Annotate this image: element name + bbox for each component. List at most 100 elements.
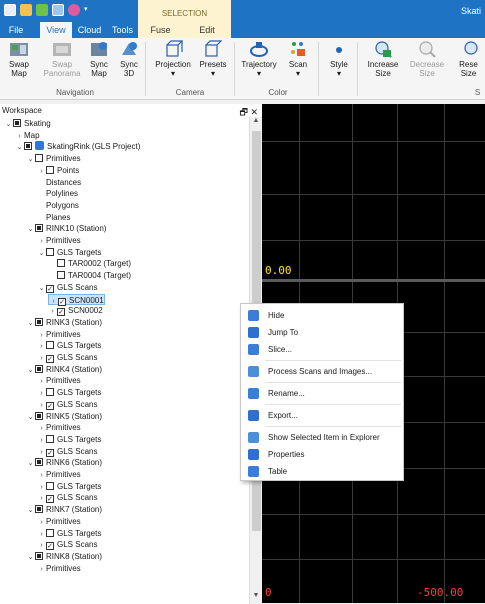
- swap-map-button[interactable]: Swap Map: [2, 40, 36, 78]
- tree-item[interactable]: › Primitives: [37, 235, 80, 247]
- tree-item[interactable]: › ✓ GLS Scans: [37, 492, 97, 504]
- chevron-right-icon[interactable]: ›: [37, 400, 46, 411]
- chevron-down-icon[interactable]: ⌄: [4, 119, 13, 130]
- chevron-right-icon[interactable]: ›: [37, 540, 46, 551]
- menu-item-slice[interactable]: Slice...: [241, 341, 403, 358]
- tree-checkbox[interactable]: [35, 317, 43, 326]
- tree-checkbox[interactable]: [35, 411, 43, 420]
- scroll-up-icon[interactable]: ▲: [250, 117, 262, 129]
- tree-checkbox[interactable]: ✓: [57, 308, 65, 317]
- tree-item[interactable]: › Primitives: [37, 469, 80, 480]
- tree-checkbox[interactable]: ✓: [46, 355, 54, 363]
- chevron-right-icon[interactable]: ›: [37, 166, 46, 177]
- tree-item[interactable]: › Primitives: [37, 329, 80, 341]
- tree-item[interactable]: › GLS Targets: [37, 340, 101, 351]
- menu-item-show-selected-item-in-explorer[interactable]: Show Selected Item in Explorer: [241, 429, 403, 446]
- tree-item[interactable]: › Map: [15, 130, 39, 142]
- tab-fuse[interactable]: Fuse: [138, 22, 183, 38]
- chevron-right-icon[interactable]: ›: [37, 435, 46, 446]
- menu-item-export[interactable]: Export...: [241, 407, 403, 424]
- tree-item[interactable]: › GLS Targets: [37, 481, 101, 492]
- presets-button[interactable]: Presets ▾: [197, 40, 229, 78]
- settings-icon[interactable]: [68, 4, 80, 16]
- scroll-down-icon[interactable]: ▼: [250, 592, 262, 604]
- tree-item[interactable]: › GLS Targets: [37, 387, 101, 398]
- menu-item-jump-to[interactable]: Jump To: [241, 324, 403, 341]
- tree-item[interactable]: › GLS Targets: [37, 528, 101, 539]
- tree-item[interactable]: › GLS Targets: [37, 434, 101, 445]
- tree-item-selected[interactable]: › ✓ SCN0001: [48, 293, 105, 306]
- projection-button[interactable]: Projection ▾: [152, 40, 194, 78]
- tree-checkbox[interactable]: ✓: [46, 542, 54, 551]
- chevron-right-icon[interactable]: ›: [37, 447, 46, 458]
- tree-checkbox[interactable]: ✓: [46, 495, 54, 504]
- tree-item[interactable]: ⌄ ✓ GLS Scans: [37, 282, 97, 293]
- chevron-right-icon[interactable]: ›: [37, 423, 46, 434]
- increase-size-button[interactable]: Increase Size: [364, 40, 402, 78]
- tree-item[interactable]: Planes: [37, 212, 70, 223]
- tree-item[interactable]: ⌄ RINK6 (Station): [26, 457, 102, 468]
- tree-item[interactable]: ⌄ RINK7 (Station): [26, 504, 102, 515]
- tree-checkbox[interactable]: ✓: [46, 284, 54, 293]
- tree-item[interactable]: ⌄ SkatingRink (GLS Project): [15, 141, 140, 152]
- reset-size-button[interactable]: Rese Size: [452, 40, 485, 78]
- tree-item[interactable]: ⌄ RINK8 (Station): [26, 551, 102, 562]
- tree-checkbox[interactable]: [35, 458, 43, 467]
- chevron-down-icon[interactable]: ⌄: [26, 224, 35, 235]
- tab-tools[interactable]: Tools: [107, 22, 138, 38]
- tree-item[interactable]: › ✓ GLS Scans: [37, 539, 97, 551]
- folder-icon[interactable]: [20, 4, 32, 16]
- tree-checkbox[interactable]: [35, 224, 43, 233]
- tab-file[interactable]: File: [0, 22, 32, 38]
- chevron-right-icon[interactable]: ›: [37, 482, 46, 493]
- style-button[interactable]: Style ▾: [326, 40, 352, 78]
- tree-checkbox[interactable]: [57, 271, 65, 280]
- tree-checkbox[interactable]: [35, 154, 43, 163]
- tree-item[interactable]: › Primitives: [37, 516, 80, 528]
- tree-item[interactable]: ⌄ Primitives: [26, 153, 81, 164]
- chevron-right-icon[interactable]: ›: [15, 131, 24, 142]
- tree-item[interactable]: › Primitives: [37, 375, 80, 386]
- tree-item[interactable]: › Primitives: [37, 422, 80, 434]
- save-icon[interactable]: [4, 4, 16, 16]
- chevron-down-icon[interactable]: ⌄: [37, 248, 46, 259]
- tree-checkbox[interactable]: [46, 434, 54, 443]
- tree-item[interactable]: › Points: [37, 165, 79, 176]
- chevron-right-icon[interactable]: ›: [37, 330, 46, 341]
- document-icon[interactable]: [52, 4, 64, 16]
- tree-item[interactable]: › ✓ GLS Scans: [37, 446, 97, 457]
- sync-3d-button[interactable]: Sync 3D: [116, 40, 142, 78]
- tree-item[interactable]: ⌄ RINK5 (Station): [26, 411, 102, 422]
- tree-item[interactable]: › ✓ SCN0002: [48, 305, 103, 317]
- tree-checkbox[interactable]: [46, 247, 54, 256]
- tree-item[interactable]: › ✓ GLS Scans: [37, 352, 97, 363]
- menu-item-table[interactable]: Table: [241, 463, 403, 480]
- menu-item-process-scans-and-images[interactable]: Process Scans and Images...: [241, 363, 403, 380]
- tree-checkbox[interactable]: ✓: [46, 401, 54, 410]
- tree-item[interactable]: TAR0004 (Target): [48, 270, 131, 281]
- tree-item[interactable]: Distances: [37, 177, 81, 188]
- chevron-right-icon[interactable]: ›: [37, 493, 46, 504]
- chevron-down-icon[interactable]: ⌄: [26, 154, 35, 165]
- swap-panorama-button[interactable]: Swap Panorama: [40, 40, 84, 78]
- tree-item[interactable]: TAR0002 (Target): [48, 258, 131, 269]
- chevron-right-icon[interactable]: ›: [37, 388, 46, 399]
- tree-item[interactable]: ⌄ GLS Targets: [37, 247, 101, 258]
- menu-item-rename[interactable]: Rename...: [241, 385, 403, 402]
- chevron-right-icon[interactable]: ›: [37, 517, 46, 528]
- chevron-right-icon[interactable]: ›: [37, 529, 46, 540]
- chevron-right-icon[interactable]: ›: [37, 236, 46, 247]
- tree-checkbox[interactable]: [35, 505, 43, 514]
- chevron-down-icon[interactable]: ⌄: [26, 412, 35, 423]
- tree-item[interactable]: Polylines: [37, 188, 78, 199]
- tab-view[interactable]: View: [40, 22, 72, 38]
- tree-checkbox[interactable]: [46, 481, 54, 490]
- pin-icon[interactable]: 🗗: [239, 107, 247, 117]
- scan-button[interactable]: Scan ▾: [285, 40, 311, 78]
- close-icon[interactable]: ✕: [250, 107, 258, 117]
- chevron-down-icon[interactable]: ⌄: [15, 142, 24, 153]
- chevron-right-icon[interactable]: ›: [37, 564, 46, 575]
- chevron-right-icon[interactable]: ›: [37, 353, 46, 364]
- sync-map-button[interactable]: Sync Map: [88, 40, 110, 78]
- tree-checkbox[interactable]: [46, 528, 54, 537]
